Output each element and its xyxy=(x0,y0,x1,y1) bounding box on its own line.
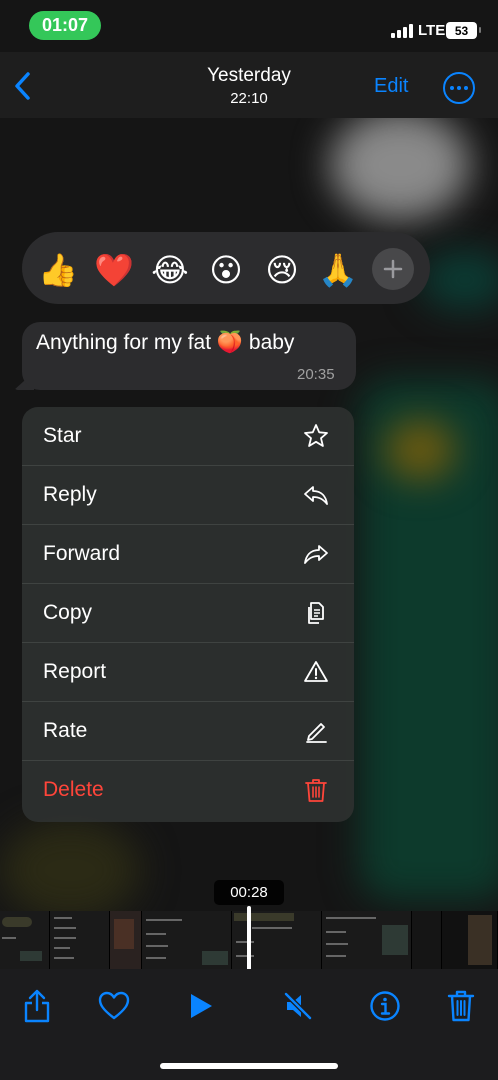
info-icon xyxy=(370,991,400,1021)
warning-icon xyxy=(304,661,328,682)
filmstrip-frame xyxy=(322,911,412,969)
share-button[interactable] xyxy=(17,986,57,1026)
mute-button[interactable] xyxy=(278,986,318,1026)
filmstrip-frame xyxy=(0,911,50,969)
menu-item-reply[interactable]: Reply xyxy=(22,466,354,525)
page-title: Yesterday xyxy=(207,65,291,86)
plus-icon xyxy=(383,259,403,279)
reaction-pray[interactable]: 🙏 xyxy=(318,250,358,290)
page-subtitle: 22:10 xyxy=(230,90,268,107)
forward-icon xyxy=(304,545,328,564)
heart-icon xyxy=(98,991,130,1020)
more-button[interactable] xyxy=(443,72,475,104)
info-button[interactable] xyxy=(365,986,405,1026)
message-text: Anything for my fat 🍑 baby xyxy=(36,331,295,354)
reaction-thumbs-up[interactable]: 👍 xyxy=(38,250,78,290)
add-reaction-button[interactable] xyxy=(372,248,414,290)
home-indicator xyxy=(160,1063,338,1069)
reaction-sad[interactable]: 😢 xyxy=(262,250,302,290)
network-label: LTE xyxy=(418,22,446,39)
edit-button[interactable]: Edit xyxy=(374,75,408,98)
menu-item-rate[interactable]: Rate xyxy=(22,702,354,761)
delete-button[interactable] xyxy=(441,986,481,1026)
menu-item-star[interactable]: Star xyxy=(22,407,354,466)
play-icon xyxy=(191,994,212,1018)
menu-item-label: Star xyxy=(43,424,82,447)
favorite-button[interactable] xyxy=(94,986,134,1026)
menu-item-label: Rate xyxy=(43,719,88,742)
status-bar: 01:07 LTE 53 xyxy=(0,0,498,52)
message-timestamp: 20:35 xyxy=(297,366,335,383)
reaction-bar: 👍 ❤️ 😂 😮 😢 🙏 xyxy=(22,232,430,304)
menu-item-report[interactable]: Report xyxy=(22,643,354,702)
filmstrip-frame xyxy=(50,911,110,969)
reply-icon xyxy=(304,486,328,505)
copy-icon xyxy=(308,602,324,624)
filmstrip-frame xyxy=(110,911,142,969)
bottom-toolbar xyxy=(0,969,498,1080)
star-icon xyxy=(304,424,328,447)
trash-icon xyxy=(447,990,475,1022)
menu-item-label: Reply xyxy=(43,483,97,506)
menu-item-copy[interactable]: Copy xyxy=(22,584,354,643)
navigation-bar: Yesterday 22:10 Edit xyxy=(0,52,498,118)
status-time: 01:07 xyxy=(29,11,101,40)
reaction-heart[interactable]: ❤️ xyxy=(94,250,134,290)
filmstrip-frame xyxy=(232,911,322,969)
speaker-muted-icon xyxy=(284,992,312,1020)
reaction-laugh[interactable]: 😂 xyxy=(150,250,190,290)
battery-icon: 53 xyxy=(446,22,481,39)
menu-item-label: Forward xyxy=(43,542,121,565)
reaction-surprised[interactable]: 😮 xyxy=(206,250,246,290)
pencil-icon xyxy=(306,723,327,743)
trash-icon xyxy=(305,779,327,802)
share-icon xyxy=(24,989,50,1023)
menu-item-label: Report xyxy=(43,660,107,683)
context-menu: Star Reply Forward Copy Report Rate Dele… xyxy=(22,407,354,822)
filmstrip-frame xyxy=(412,911,442,969)
filmstrip-frame xyxy=(142,911,232,969)
video-current-time: 00:28 xyxy=(214,880,284,905)
menu-item-delete[interactable]: Delete xyxy=(22,761,354,820)
filmstrip-frame xyxy=(442,911,498,969)
play-button[interactable] xyxy=(181,986,221,1026)
signal-icon xyxy=(391,24,413,38)
menu-item-label: Delete xyxy=(43,778,104,801)
menu-item-forward[interactable]: Forward xyxy=(22,525,354,584)
menu-item-label: Copy xyxy=(43,601,93,624)
scrubber-playhead[interactable] xyxy=(247,906,251,972)
